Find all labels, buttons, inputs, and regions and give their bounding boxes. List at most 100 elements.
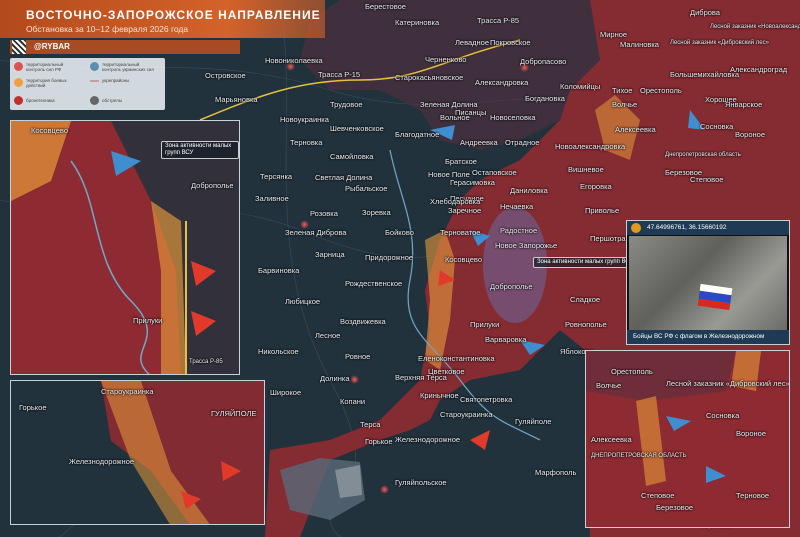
place-label: Березовое <box>656 503 694 512</box>
place-label: Братское <box>445 157 477 166</box>
place-label: Благодатное <box>395 130 440 139</box>
brand-label: @RYBAR <box>34 42 70 51</box>
inset-dibrovsky: Орестополь Лесной заказник «Дибровский л… <box>585 350 790 528</box>
place-label: Железнодорожное <box>395 435 461 444</box>
place-label: Берестовое <box>365 2 406 11</box>
photo-inset[interactable]: 47.64996761, 36.15660192 Бойцы ВС РФ с ф… <box>626 220 790 345</box>
legend-swatch-ua <box>90 62 99 71</box>
place-label: Воздвижевка <box>340 317 386 326</box>
place-label: Вольное <box>440 113 470 122</box>
place-label: Добропасово <box>520 57 567 66</box>
place-label: Косовцево <box>445 255 482 264</box>
place-label: Волчье <box>612 100 638 109</box>
place-label: Черненково <box>425 55 467 64</box>
place-label: Трасса Р-15 <box>318 70 361 79</box>
place-label: Днепропетровская область <box>665 152 741 158</box>
place-label: Левадное <box>455 38 490 47</box>
place-label: Александровка <box>475 78 529 87</box>
place-label: Прилуки <box>470 320 500 329</box>
place-label: Алексеевка <box>615 125 656 134</box>
place-label: Лесное <box>315 331 341 340</box>
inset-map <box>101 381 264 524</box>
drone-photo <box>629 236 787 330</box>
place-label: Егоровка <box>580 182 612 191</box>
place-label: Сосновка <box>700 122 734 131</box>
place-label: Зарница <box>315 250 345 259</box>
place-label: Доброполье <box>490 282 533 291</box>
russian-flag-image <box>697 283 733 311</box>
photo-coordinates: 47.64996761, 36.15660192 <box>627 221 789 235</box>
place-label: Кринычное <box>420 391 459 400</box>
place-label: Лесной заказник «Дибровский лес» <box>666 379 790 388</box>
legend-label: территориальный контроль сил РФ <box>26 62 64 72</box>
place-label: Марфополь <box>535 468 577 477</box>
place-label: Ровнополье <box>565 320 607 329</box>
place-label: Терсянка <box>260 172 293 181</box>
place-label: Радостное <box>500 226 538 235</box>
qr-code-icon <box>12 40 26 54</box>
place-label: Степовое <box>641 491 675 500</box>
page-subtitle: Обстановка за 10–12 февраля 2026 года <box>26 24 189 34</box>
place-label: Доброполье <box>191 181 234 190</box>
place-label: Тихое <box>612 86 633 95</box>
place-label: Диброва <box>690 8 720 17</box>
place-label: Рыбальское <box>345 184 388 193</box>
activity-zone-label: Зона активности малых групп ВСУ <box>533 257 638 268</box>
legend-swatch-fortification <box>90 80 99 82</box>
place-label: Степовое <box>690 175 724 184</box>
place-label: Зеленая Диброва <box>285 228 347 237</box>
place-label: Вишневое <box>568 165 604 174</box>
place-label: Мирное <box>600 30 628 39</box>
place-label: Горькое <box>19 403 47 412</box>
legend-swatch-ru <box>14 62 23 71</box>
place-label: Орестополь <box>640 86 682 95</box>
place-label: Лесной заказник «Новоалександровский лес… <box>710 24 800 30</box>
photo-caption: Бойцы ВС РФ с флагом в Железнодорожном <box>627 330 789 344</box>
page-title: ВОСТОЧНО-ЗАПОРОЖСКОЕ НАПРАВЛЕНИЕ <box>26 8 321 22</box>
place-label: Широкое <box>270 388 302 397</box>
place-label: Никольское <box>258 347 299 356</box>
header-banner: ВОСТОЧНО-ЗАПОРОЖСКОЕ НАПРАВЛЕНИЕ Обстано… <box>0 0 325 38</box>
place-label: ГУЛЯЙПОЛЕ <box>211 409 257 418</box>
place-label: Трудовое <box>330 100 363 109</box>
place-label: Терноватое <box>440 228 481 237</box>
place-label: Трасса Р-85 <box>189 359 223 365</box>
inset-zone-label: Зона активности малых групп ВСУ <box>161 141 239 159</box>
place-label: Богдановка <box>525 94 565 103</box>
place-label: Новониколаевка <box>265 56 323 65</box>
legend-swatch-shelling <box>90 96 99 105</box>
place-label: Железнодорожное <box>69 457 135 466</box>
place-label: Сладкое <box>570 295 601 304</box>
place-label: Староукраинка <box>101 387 154 396</box>
place-label: Островское <box>205 71 246 80</box>
place-label: Остаповское <box>472 168 517 177</box>
legend-label: обстрелы <box>102 98 123 103</box>
place-label: Барвиновка <box>258 266 300 275</box>
place-label: Новоукраинка <box>280 115 329 124</box>
place-label: Терса <box>360 420 381 429</box>
place-label: Нечаевка <box>500 202 534 211</box>
legend-swatch-contested <box>14 78 23 87</box>
place-label: Александроград <box>730 65 788 74</box>
place-label: Покровское <box>490 38 531 47</box>
place-label: Самойловка <box>330 152 374 161</box>
legend-swatch-armor <box>14 96 23 105</box>
place-label: Отрадное <box>505 138 540 147</box>
place-label: Лесной заказник «Дибровский лес» <box>670 40 769 46</box>
place-label: Розовка <box>310 209 338 218</box>
place-label: Январское <box>725 100 763 109</box>
place-label: Даниловка <box>510 186 548 195</box>
place-label: Святопетровка <box>460 395 513 404</box>
place-label: Рождественское <box>345 279 403 288</box>
place-label: Косовцево <box>31 126 68 135</box>
location-pin-icon <box>631 223 641 233</box>
inset-dobropolye: Косовцево Зона активности малых групп ВС… <box>10 120 240 375</box>
place-label: Гуляйполе <box>515 417 552 426</box>
legend-label: территория боевых действий <box>26 78 67 88</box>
legend-label: территориальный контроль украинских сил <box>102 62 155 72</box>
place-label: Герасимовка <box>450 178 495 187</box>
place-label: Светлая Долина <box>315 173 373 182</box>
place-label: Коломийцы <box>560 82 601 91</box>
legend: территориальный контроль сил РФ территор… <box>10 58 165 110</box>
place-label: Хлебодаровка <box>430 197 481 206</box>
